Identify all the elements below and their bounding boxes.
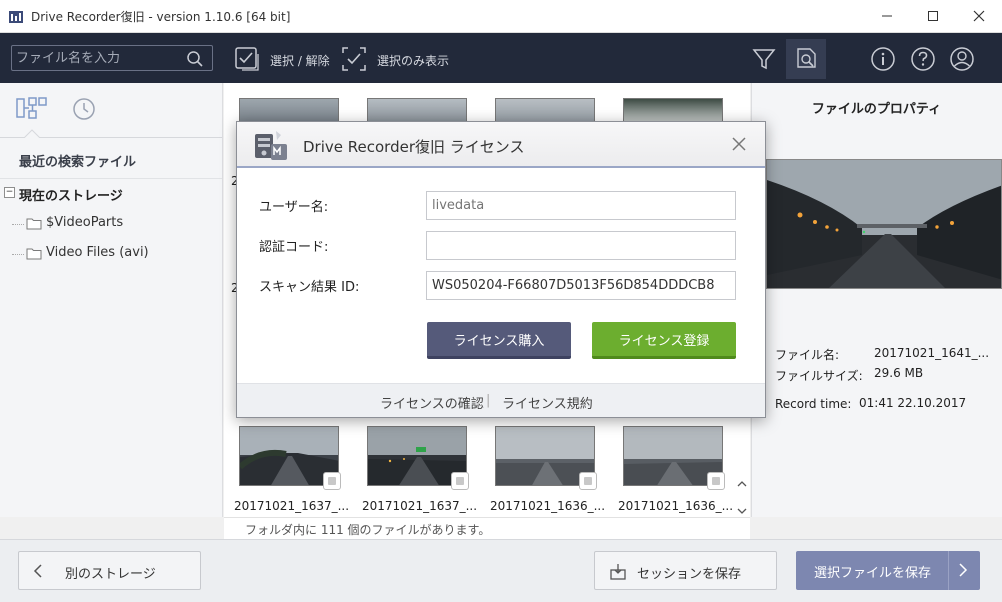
- prop-label-filesize: ファイルサイズ:: [775, 369, 863, 383]
- show-selected-button[interactable]: 選択のみ表示: [341, 46, 449, 72]
- history-icon[interactable]: [70, 95, 98, 123]
- show-selected-label: 選択のみ表示: [377, 54, 450, 68]
- checkbox-mark: [712, 477, 720, 485]
- app-logo-icon: [9, 11, 23, 23]
- search-box: [11, 45, 213, 71]
- file-checkbox[interactable]: [323, 472, 341, 490]
- tree-connector: [12, 254, 24, 255]
- username-field[interactable]: [426, 191, 736, 220]
- select-toggle-label: 選択 / 解除: [270, 54, 330, 68]
- prop-value-record-time: 01:41 22.10.2017: [859, 396, 967, 410]
- chevron-right-icon: [959, 563, 968, 577]
- file-name-label: 20171021_1637_...: [362, 499, 478, 513]
- auth-code-label: 認証コード:: [259, 240, 329, 255]
- tree-collapse-toggle[interactable]: −: [4, 187, 15, 198]
- checkbox-mark: [328, 477, 336, 485]
- file-checkbox[interactable]: [579, 472, 597, 490]
- current-storage-node[interactable]: 現在のストレージ: [19, 185, 123, 204]
- window-title: Drive Recorder復旧 - version 1.10.6 [64 bi…: [31, 10, 291, 24]
- search-icon[interactable]: [186, 50, 204, 68]
- save-selected-label: 選択ファイルを保存: [814, 566, 932, 581]
- checkbox-icon: [235, 47, 259, 71]
- checkbox-mark: [584, 477, 592, 485]
- prop-value-filename: 20171021_1641_...: [874, 346, 990, 360]
- tree-item-video-files[interactable]: Video Files (avi): [46, 245, 149, 260]
- left-panel: [0, 83, 223, 517]
- thumbnail[interactable]: [367, 98, 467, 122]
- active-tab-pointer: [24, 129, 40, 138]
- scroll-down-icon[interactable]: [737, 506, 747, 516]
- divider: [0, 178, 222, 179]
- tree-view-icon[interactable]: [15, 96, 49, 122]
- save-session-icon: [610, 564, 626, 580]
- help-icon[interactable]: [910, 46, 936, 72]
- back-button-label: 別のストレージ: [65, 567, 156, 582]
- button-divider: [948, 551, 949, 590]
- tree-item-videoparts[interactable]: $VideoParts: [46, 215, 123, 230]
- thumbnail[interactable]: [623, 98, 723, 122]
- link-separator: |: [486, 393, 491, 408]
- prop-value-filesize: 29.6 MB: [874, 366, 924, 380]
- preview-image: [767, 160, 1001, 288]
- maximize-icon: [928, 11, 938, 21]
- close-window-button[interactable]: [956, 0, 1002, 32]
- app-product-icon: [255, 131, 287, 160]
- minimize-icon: [882, 15, 892, 17]
- properties-panel: [751, 83, 1002, 517]
- filter-icon[interactable]: [752, 47, 776, 71]
- file-checkbox[interactable]: [451, 472, 469, 490]
- folder-icon: [26, 248, 42, 260]
- chevron-left-icon: [33, 564, 42, 578]
- thumbnail[interactable]: [495, 98, 595, 122]
- account-icon[interactable]: [949, 46, 975, 72]
- license-terms-link[interactable]: ライセンス規約: [502, 393, 593, 412]
- scan-id-field[interactable]: [426, 271, 736, 300]
- register-license-button[interactable]: ライセンス登録: [592, 322, 736, 359]
- prop-label-filename: ファイル名:: [775, 348, 840, 362]
- file-search-icon: [797, 48, 816, 68]
- save-session-label: セッションを保存: [637, 567, 742, 582]
- search-input[interactable]: [16, 49, 180, 67]
- save-session-button[interactable]: セッションを保存: [594, 551, 777, 590]
- back-to-storage-button[interactable]: 別のストレージ: [18, 551, 201, 590]
- recent-search-files[interactable]: 最近の検索ファイル: [19, 151, 136, 170]
- tree-connector: [12, 224, 24, 225]
- dialog-footer: [237, 383, 765, 417]
- prop-label-record-time: Record time:: [775, 397, 852, 411]
- auth-code-field[interactable]: [426, 231, 736, 260]
- file-name-label: 20171021_1637_...: [234, 499, 350, 513]
- file-name-label: 20171021_1636_...: [490, 499, 606, 513]
- file-checkbox[interactable]: [707, 472, 725, 490]
- status-text: フォルダ内に 111 個のファイルがあります。: [245, 523, 491, 537]
- scan-id-label: スキャン結果 ID:: [259, 280, 360, 295]
- file-name-label: 20171021_1636_...: [618, 499, 734, 513]
- selection-frame-icon: [342, 47, 366, 71]
- scroll-up-icon[interactable]: [737, 479, 747, 489]
- buy-license-button[interactable]: ライセンス購入: [427, 322, 571, 359]
- info-icon[interactable]: [870, 46, 896, 72]
- checkbox-mark: [456, 477, 464, 485]
- properties-header: ファイルのプロパティ: [811, 102, 942, 117]
- save-selected-files-button[interactable]: 選択ファイルを保存: [796, 551, 980, 590]
- dialog-title: Drive Recorder復旧 ライセンス: [303, 138, 525, 156]
- thumbnail[interactable]: [239, 98, 339, 122]
- file-preview: [766, 159, 1002, 289]
- preview-toggle-button[interactable]: [786, 39, 826, 79]
- dialog-close-icon[interactable]: [732, 137, 746, 151]
- select-toggle-button[interactable]: 選択 / 解除: [234, 46, 330, 72]
- close-icon: [973, 10, 985, 22]
- minimize-button[interactable]: [864, 0, 910, 32]
- username-label: ユーザー名:: [259, 200, 329, 215]
- maximize-button[interactable]: [910, 0, 956, 32]
- folder-icon: [26, 218, 42, 230]
- check-license-link[interactable]: ライセンスの確認: [380, 393, 484, 412]
